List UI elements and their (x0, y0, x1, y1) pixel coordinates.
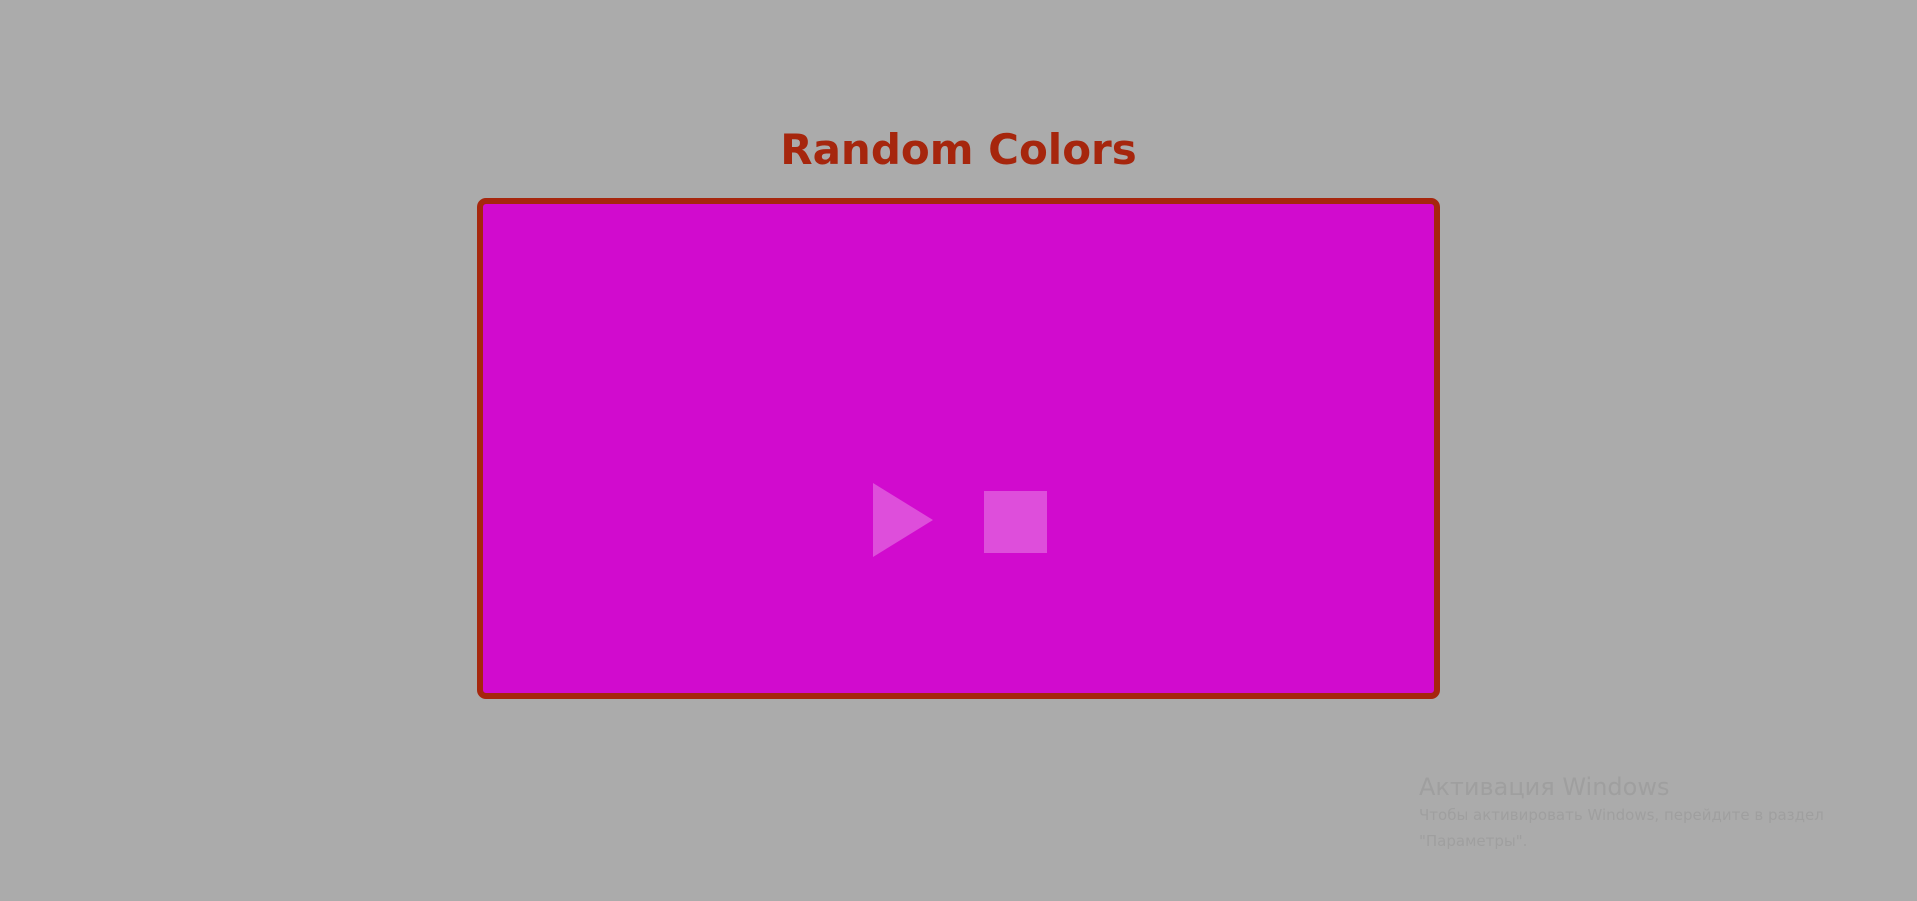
play-icon[interactable] (873, 483, 933, 557)
color-display-panel (477, 198, 1440, 699)
activation-line-2: "Параметры". (1419, 832, 1528, 850)
activation-line-1: Чтобы активировать Windows, перейдите в … (1419, 806, 1824, 824)
windows-activation-watermark: Активация Windows Чтобы активировать Win… (1419, 772, 1839, 854)
activation-title: Активация Windows (1419, 773, 1670, 801)
stop-icon[interactable] (984, 491, 1047, 553)
page-title: Random Colors (780, 125, 1137, 174)
playback-controls (483, 204, 1434, 693)
